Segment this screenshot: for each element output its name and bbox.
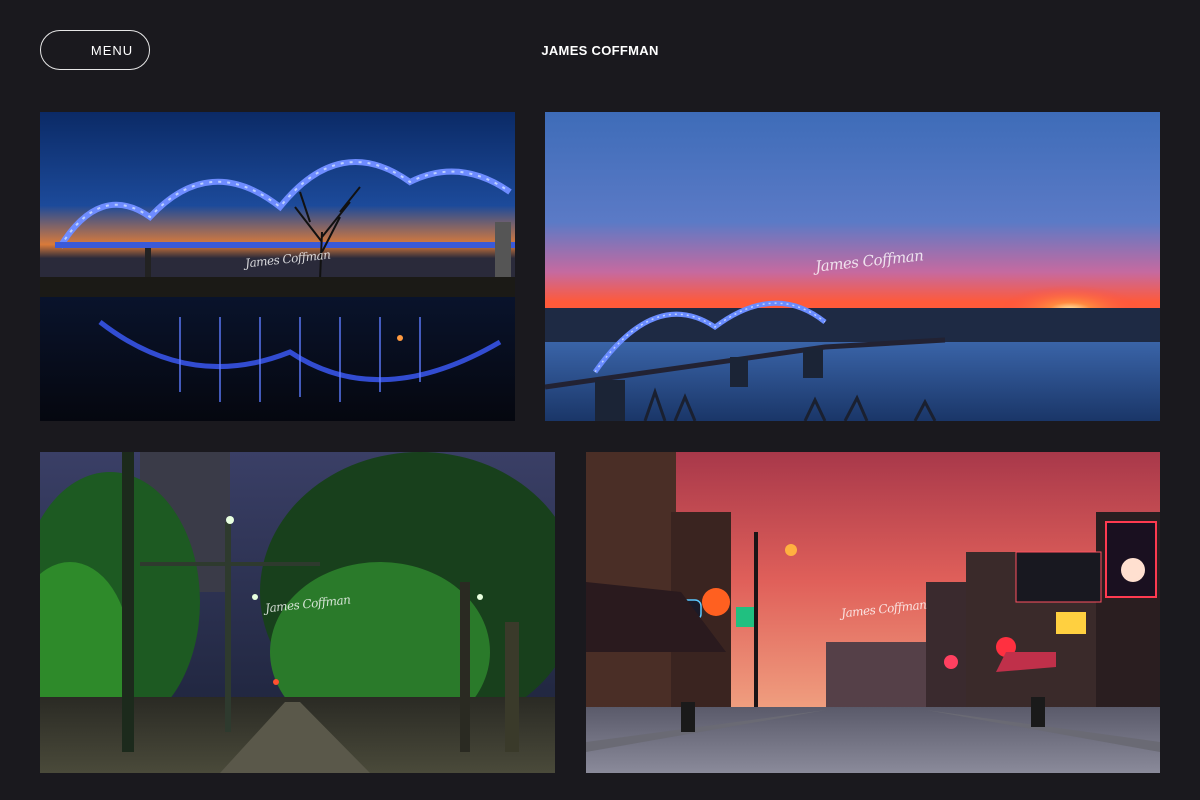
- gallery-photo-bridge-sunset[interactable]: James Coffman: [545, 112, 1160, 421]
- green-street-image: [40, 452, 555, 773]
- site-title[interactable]: JAMES COFFMAN: [0, 43, 1200, 58]
- gallery-photo-neon-street[interactable]: James Coffman: [586, 452, 1160, 773]
- gallery-photo-bridge-dusk[interactable]: James Coffman: [40, 112, 515, 421]
- gallery-photo-green-street[interactable]: James Coffman: [40, 452, 555, 773]
